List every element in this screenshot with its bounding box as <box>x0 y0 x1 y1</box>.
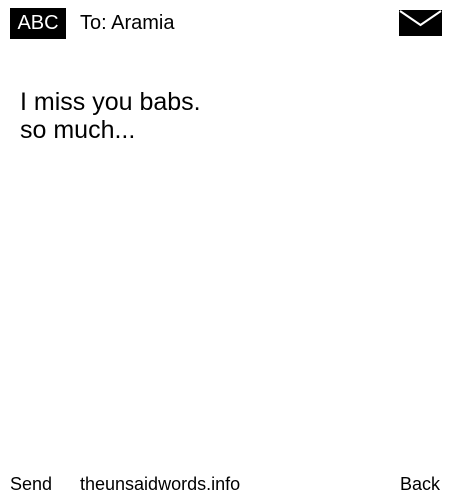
message-line: I miss you babs. <box>20 88 201 116</box>
envelope-icon <box>399 10 442 36</box>
footer-site-label: theunsaidwords.info <box>80 474 241 494</box>
back-button[interactable]: Back <box>400 472 440 496</box>
softkey-bar: Send theunsaidwords.info Back <box>0 472 450 496</box>
message-header: ABC To: Aramia <box>10 8 442 40</box>
input-mode-badge[interactable]: ABC <box>10 8 66 39</box>
send-button[interactable]: Send <box>10 472 52 496</box>
recipient-field[interactable]: To: Aramia <box>80 8 174 39</box>
message-body[interactable]: I miss you babs. so much... <box>20 88 430 144</box>
message-line: so much... <box>20 116 136 144</box>
